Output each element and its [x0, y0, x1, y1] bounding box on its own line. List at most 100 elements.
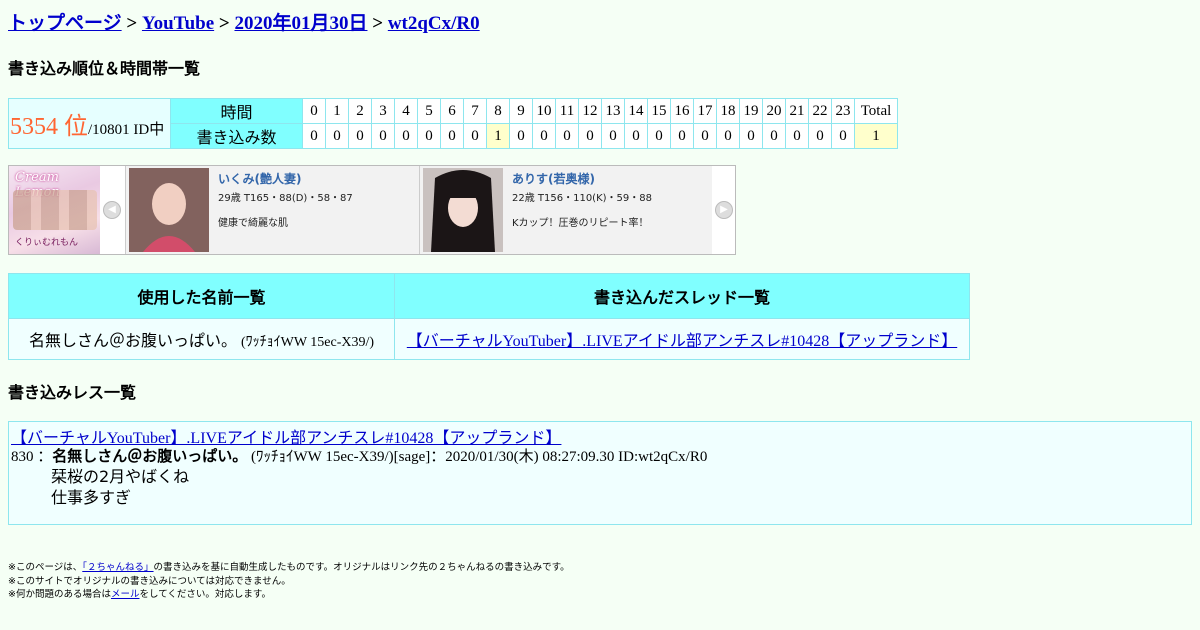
count-cell: 0 [739, 123, 763, 149]
mail-link[interactable]: メール [111, 589, 140, 600]
names-header: 使用した名前一覧 [8, 273, 395, 319]
breadcrumb-separator: > [372, 13, 384, 34]
footer-text: ※何か問題のある場合は [8, 589, 111, 600]
footer-line: ※このページは、「２ちゃんねる」の書き込みを基に自動生成したものです。オリジナル… [8, 561, 570, 575]
footer-notes: ※このページは、「２ちゃんねる」の書き込みを基に自動生成したものです。オリジナル… [8, 561, 570, 602]
footer-line: ※このサイトでオリジナルの書き込みについては対応できません。 [8, 575, 291, 587]
ad-card-info: ありす(若奥様) 22歳 T156・110(K)・59・88 Kカップ！圧巻のリ… [512, 170, 652, 229]
count-cell: 0 [417, 123, 441, 149]
count-cell: 0 [325, 123, 349, 149]
hour-cell: 2 [348, 98, 372, 124]
breadcrumb-separator: > [218, 13, 230, 34]
banner-photo [13, 190, 97, 230]
footer-text: ※このページは、 [8, 562, 83, 573]
post-colon: ： [37, 449, 53, 465]
post-meta: (ﾜｯﾁｮｲWW 15ec-X39/)[sage]：2020/01/30(木) … [251, 449, 708, 465]
count-cell: 0 [762, 123, 786, 149]
hour-cell: 6 [440, 98, 464, 124]
thread-cell: 【バーチャルYouTuber】.LIVEアイドル部アンチスレ#10428【アップ… [394, 318, 970, 360]
count-cell: 0 [555, 123, 579, 149]
count-cell: 0 [624, 123, 648, 149]
breadcrumb-top-link[interactable]: トップページ [8, 13, 122, 34]
hour-cell: 5 [417, 98, 441, 124]
hour-cell: 22 [808, 98, 832, 124]
total-label: Total [854, 98, 898, 124]
post-header: 830 ：名無しさん＠お腹いっぱい。 (ﾜｯﾁｮｲWW 15ec-X39/)[s… [11, 445, 707, 466]
hour-cell: 18 [716, 98, 740, 124]
2ch-link[interactable]: 「２ちゃんねる」 [82, 562, 153, 573]
hour-cell: 15 [647, 98, 671, 124]
count-cell: 0 [578, 123, 602, 149]
profile-photo [423, 168, 503, 252]
breadcrumb-date-link[interactable]: 2020年01月30日 [234, 13, 367, 34]
hour-label: 時間 [170, 98, 303, 124]
count-cell: 0 [601, 123, 625, 149]
count-cell: 1 [486, 123, 510, 149]
hourly-post-table: 5354 位/10801 ID中 時間 0 1 2 3 4 5 6 7 8 9 … [8, 98, 898, 149]
name-cell: 名無しさん＠お腹いっぱい。 (ﾜｯﾁｮｲWW 15ec-X39/) [8, 318, 395, 360]
hour-cell: 23 [831, 98, 855, 124]
threads-header: 書き込んだスレッド一覧 [394, 273, 970, 319]
count-cell: 0 [808, 123, 832, 149]
hour-cell: 13 [601, 98, 625, 124]
shop-banner[interactable]: Cream Lemon くりぃむれもん [9, 166, 100, 254]
ad-card[interactable]: ありす(若奥様) 22歳 T156・110(K)・59・88 Kカップ！圧巻のリ… [419, 166, 712, 254]
ad-card-name: いくみ(艶人妻) [218, 172, 302, 186]
hour-cell: 0 [302, 98, 326, 124]
ad-card-name: ありす(若奥様) [512, 172, 595, 186]
count-cell: 0 [647, 123, 671, 149]
count-cell: 0 [509, 123, 533, 149]
rank-of-total: /10801 ID中 [88, 122, 165, 138]
hour-cell: 12 [578, 98, 602, 124]
count-cell: 0 [831, 123, 855, 149]
count-cell: 0 [785, 123, 809, 149]
carousel-prev-button[interactable]: ◀ [100, 166, 124, 254]
breadcrumb: トップページ > YouTube > 2020年01月30日 > wt2qCx/… [8, 8, 480, 35]
chevron-right-icon: ▶ [715, 201, 733, 219]
count-cell: 0 [670, 123, 694, 149]
ad-card-spec: 29歳 T165・88(D)・58・87 [218, 193, 353, 204]
post-list: 【バーチャルYouTuber】.LIVEアイドル部アンチスレ#10428【アップ… [8, 421, 1192, 525]
count-cell: 0 [693, 123, 717, 149]
hour-cell: 9 [509, 98, 533, 124]
hour-cell: 7 [463, 98, 487, 124]
count-cell: 0 [348, 123, 372, 149]
breadcrumb-youtube-link[interactable]: YouTube [142, 13, 214, 34]
post-number: 830 [11, 449, 34, 465]
hour-cell: 11 [555, 98, 579, 124]
chevron-left-icon: ◀ [103, 201, 121, 219]
ad-card-info: いくみ(艶人妻) 29歳 T165・88(D)・58・87 健康で綺麗な肌 [218, 170, 353, 229]
hour-cell: 20 [762, 98, 786, 124]
breadcrumb-separator: > [126, 13, 138, 34]
names-threads-table: 使用した名前一覧 書き込んだスレッド一覧 名無しさん＠お腹いっぱい。 (ﾜｯﾁｮ… [8, 273, 970, 360]
breadcrumb-id-link[interactable]: wt2qCx/R0 [388, 13, 480, 34]
ad-card[interactable]: いくみ(艶人妻) 29歳 T165・88(D)・58・87 健康で綺麗な肌 [125, 166, 419, 254]
post-line: 栞桜の2月やばくね [51, 467, 190, 486]
footer-text: の書き込みを基に自動生成したものです。オリジナルはリンク先の２ちゃんねるの書き込… [153, 562, 570, 573]
hour-cell: 19 [739, 98, 763, 124]
hour-cell: 17 [693, 98, 717, 124]
hour-cell: 4 [394, 98, 418, 124]
profile-photo [129, 168, 209, 252]
posts-section-heading: 書き込みレス一覧 [8, 385, 137, 402]
thread-link[interactable]: 【バーチャルYouTuber】.LIVEアイドル部アンチスレ#10428【アップ… [407, 333, 957, 350]
count-cell: 0 [532, 123, 556, 149]
hour-cell: 1 [325, 98, 349, 124]
count-cell: 0 [394, 123, 418, 149]
hour-cell: 16 [670, 98, 694, 124]
total-value: 1 [854, 123, 898, 149]
carousel-next-button[interactable]: ▶ [712, 166, 736, 254]
count-label: 書き込み数 [170, 123, 303, 149]
count-cell: 0 [440, 123, 464, 149]
hour-cell: 10 [532, 98, 556, 124]
banner-subtitle: くりぃむれもん [15, 238, 79, 248]
post-line: 仕事多すぎ [51, 488, 132, 507]
ad-card-comment: 健康で綺麗な肌 [218, 218, 288, 229]
ad-card-comment: Kカップ！圧巻のリピート率！ [512, 218, 649, 229]
poster-trip: (ﾜｯﾁｮｲWW 15ec-X39/) [240, 335, 375, 350]
hour-cell: 21 [785, 98, 809, 124]
hour-cell: 3 [371, 98, 395, 124]
hour-cell: 14 [624, 98, 648, 124]
ad-card-spec: 22歳 T156・110(K)・59・88 [512, 193, 652, 204]
poster-name: 名無しさん＠お腹いっぱい。 [28, 331, 237, 350]
